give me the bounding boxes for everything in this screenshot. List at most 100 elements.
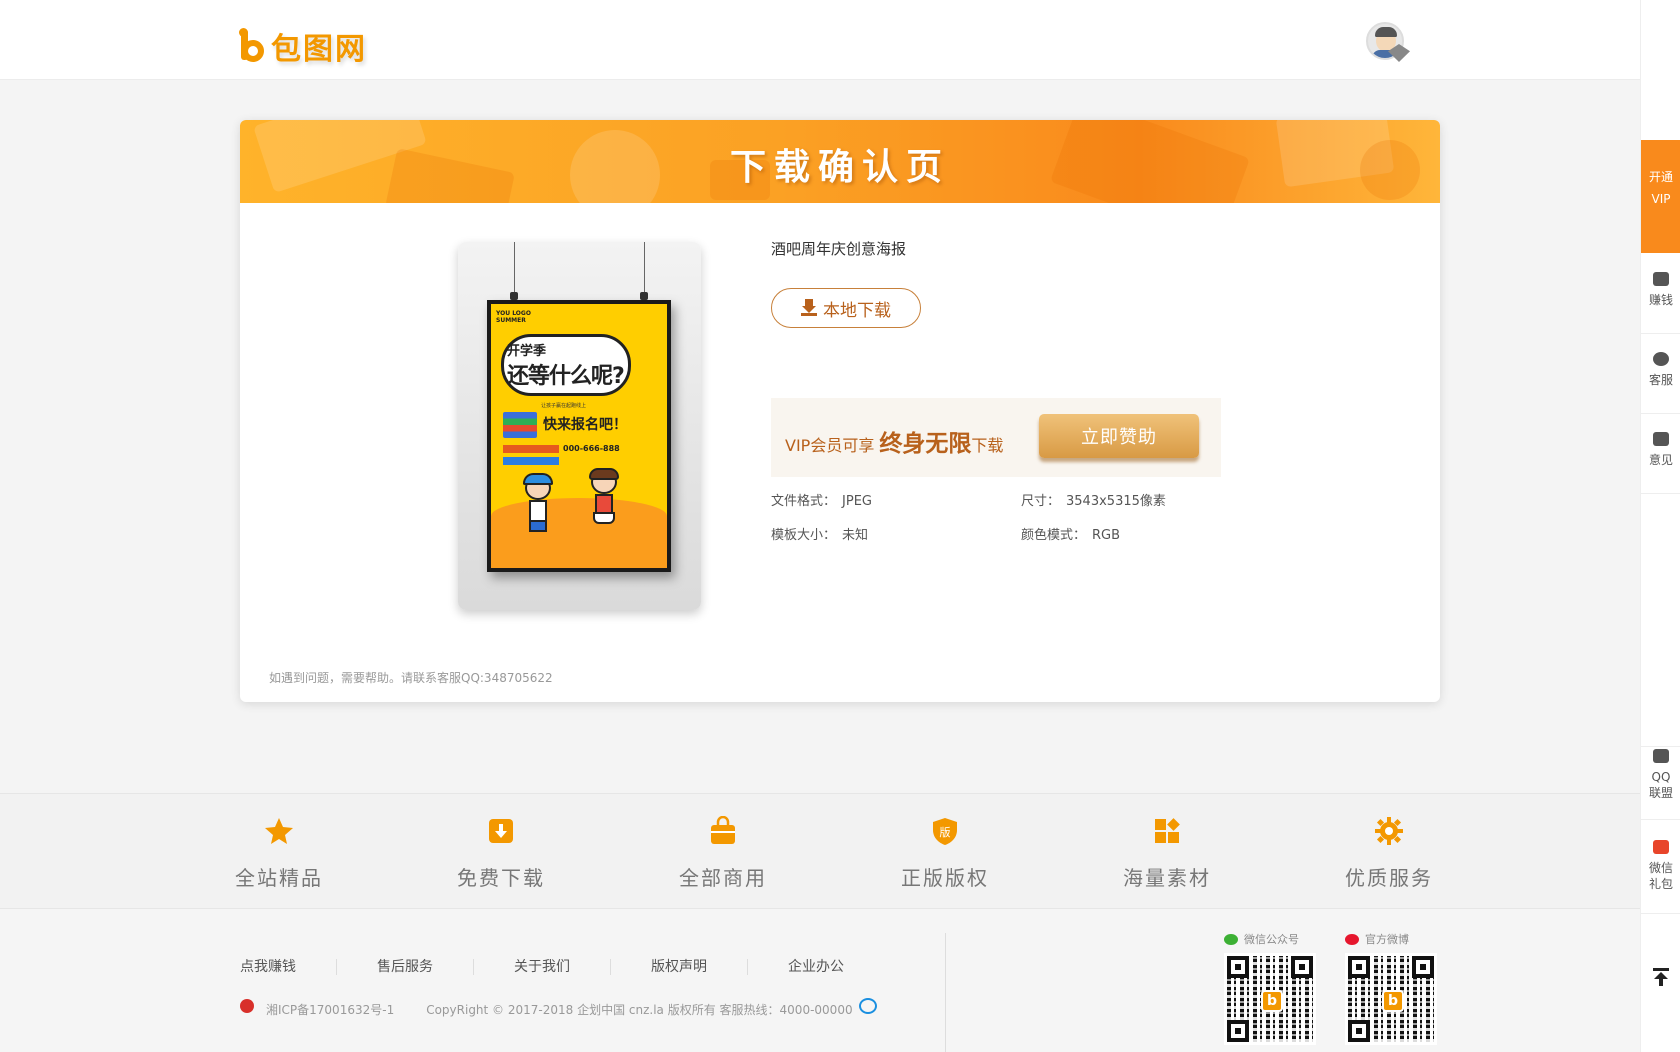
icp-number[interactable]: 湘ICP备17001632号-1: [266, 1001, 394, 1018]
feature-label: 全站精品: [235, 866, 323, 890]
boy-illustration: [523, 473, 553, 536]
weibo-qr-code: b: [1345, 953, 1437, 1045]
qr-logo-icon: b: [1382, 990, 1404, 1012]
poster-cta: 快来报名吧！: [543, 417, 627, 433]
meta-color-key: 颜色模式：: [1021, 528, 1087, 543]
sidebar-vip-line2: VIP: [1651, 192, 1671, 206]
sidebar-item-earn[interactable]: 赚钱: [1641, 272, 1680, 334]
logo-icon: [239, 28, 265, 64]
local-download-label: 本地下载: [823, 300, 891, 321]
page-title: 下载确认页: [729, 147, 950, 188]
sidebar-qq-line2: 联盟: [1648, 786, 1673, 800]
headset-icon: [1653, 352, 1669, 366]
resource-title: 酒吧周年庆创意海报: [771, 240, 907, 258]
poster-preview: YOU LOGO SUMMER 开学季 还等什么呢? 让孩子赢在起跑线上 快来报名…: [458, 242, 701, 610]
meta-format: 文件格式： JPEG: [771, 490, 872, 509]
gift-icon: [1653, 840, 1669, 854]
sidebar-item-feedback[interactable]: 意见: [1641, 432, 1680, 494]
meta-format-key: 文件格式：: [771, 494, 837, 509]
vip-highlight: 终身无限: [879, 431, 972, 457]
poster-headline-2: 还等什么呢?: [507, 364, 625, 389]
logo-text: 包图网: [271, 32, 367, 67]
cdn-icon: [858, 997, 877, 1014]
sidebar-item-label: 客服: [1648, 373, 1673, 387]
right-sidebar: 开通 VIP 赚钱 客服 意见 QQ 联盟 微信 礼包: [1640, 0, 1680, 1052]
site-logo[interactable]: 包图网: [239, 24, 367, 68]
poster-logo-sub: SUMMER: [496, 317, 526, 324]
top-header: 包图网: [0, 0, 1640, 80]
back-to-top-icon[interactable]: [1653, 968, 1669, 986]
bag-icon: [708, 815, 738, 846]
footer-link-enterprise[interactable]: 企业办公: [747, 959, 884, 975]
poster-image: YOU LOGO SUMMER 开学季 还等什么呢? 让孩子赢在起跑线上 快来报名…: [487, 300, 671, 572]
police-badge-icon: [240, 998, 254, 1013]
blocks-icon: [1152, 816, 1182, 846]
sidebar-item-wechat-gift[interactable]: 微信 礼包: [1641, 840, 1680, 914]
page-banner: 下载确认页: [240, 120, 1440, 203]
feature-label: 海量素材: [1123, 866, 1211, 890]
feature-label: 正版版权: [901, 866, 989, 890]
feature-label: 全部商用: [679, 866, 767, 890]
meta-size: 尺寸： 3543x5315像素: [1021, 490, 1166, 509]
meta-template: 模板大小： 未知: [771, 524, 868, 543]
local-download-button[interactable]: 本地下载: [771, 288, 921, 328]
feature-item: 海量素材: [1107, 816, 1227, 891]
vip-promo: VIP会员可享 终身无限下载 立即赞助: [771, 398, 1221, 477]
help-text: 如遇到问题，需要帮助。请联系客服QQ:348705622: [269, 671, 553, 685]
footer-links: 点我赚钱 售后服务 关于我们 版权声明 企业办公: [240, 959, 884, 975]
poster-sub: 让孩子赢在起跑线上: [541, 403, 587, 409]
feature-item: 全部商用: [663, 815, 783, 891]
footer-link-aftersales[interactable]: 售后服务: [336, 959, 473, 975]
wechat-label: 微信公众号: [1244, 933, 1299, 946]
meta-template-key: 模板大小：: [771, 528, 837, 543]
sidebar-item-label: 意见: [1648, 453, 1673, 467]
feature-item: 全站精品: [219, 816, 339, 891]
meta-color-value: RGB: [1092, 528, 1121, 543]
sidebar-gift-line1: 微信: [1648, 861, 1673, 875]
weibo-qr-block: 官方微博 b: [1345, 931, 1445, 1045]
shield-icon: 版: [930, 816, 960, 846]
wechat-qr-code: b: [1224, 953, 1316, 1045]
sidebar-qq-line1: QQ: [1651, 770, 1671, 784]
feature-item: 优质服务: [1329, 816, 1449, 891]
meta-format-value: JPEG: [842, 494, 872, 509]
feature-label: 免费下载: [457, 866, 545, 890]
features-band: 全站精品 免费下载 全部商用 版 正版版权 海量素材 优质服务: [0, 793, 1640, 909]
star-icon: [264, 816, 294, 846]
sidebar-item-service[interactable]: 客服: [1641, 352, 1680, 414]
poster-headline-1: 开学季: [507, 344, 547, 359]
meta-color: 颜色模式： RGB: [1021, 524, 1120, 543]
poster-logo: YOU LOGO: [496, 310, 531, 317]
sponsor-button[interactable]: 立即赞助: [1039, 414, 1199, 458]
edit-icon: [1653, 432, 1669, 446]
sidebar-open-vip[interactable]: 开通 VIP: [1641, 140, 1680, 253]
sidebar-vip-line1: 开通: [1648, 170, 1673, 184]
footer-link-about[interactable]: 关于我们: [473, 959, 610, 975]
site-footer: 点我赚钱 售后服务 关于我们 版权声明 企业办公 湘ICP备17001632号-…: [0, 909, 1640, 1052]
sidebar-item-label: 赚钱: [1648, 293, 1673, 307]
handshake-icon: [1653, 272, 1669, 286]
weibo-icon: [1345, 933, 1359, 945]
download-confirm-card: 下载确认页 YOU LOGO SUMMER 开学季 还等什么呢? 让孩子赢在起跑线…: [240, 120, 1440, 702]
feature-item: 免费下载: [441, 816, 561, 891]
qr-logo-icon: b: [1261, 990, 1283, 1012]
meta-size-value: 3543x5315像素: [1066, 494, 1166, 509]
download-icon: [801, 299, 817, 317]
wechat-qr-block: 微信公众号 b: [1224, 931, 1324, 1045]
sidebar-item-qq-union[interactable]: QQ 联盟: [1641, 746, 1680, 820]
meta-size-key: 尺寸：: [1021, 494, 1061, 509]
girl-illustration: [589, 468, 619, 532]
qq-edit-icon: [1653, 749, 1669, 763]
feature-item: 版 正版版权: [885, 816, 1005, 891]
footer-divider: [945, 933, 946, 1052]
download-icon: [486, 816, 516, 846]
wechat-icon: [1224, 933, 1238, 945]
weibo-label: 官方微博: [1365, 933, 1409, 946]
poster-phone: 000-666-888: [563, 444, 620, 453]
meta-template-value: 未知: [842, 528, 869, 543]
footer-link-earn[interactable]: 点我赚钱: [240, 959, 336, 975]
gear-icon: [1374, 816, 1404, 846]
vip-prefix: VIP会员可享: [785, 436, 875, 455]
svg-text:版: 版: [940, 825, 951, 839]
footer-link-copyright[interactable]: 版权声明: [610, 959, 747, 975]
